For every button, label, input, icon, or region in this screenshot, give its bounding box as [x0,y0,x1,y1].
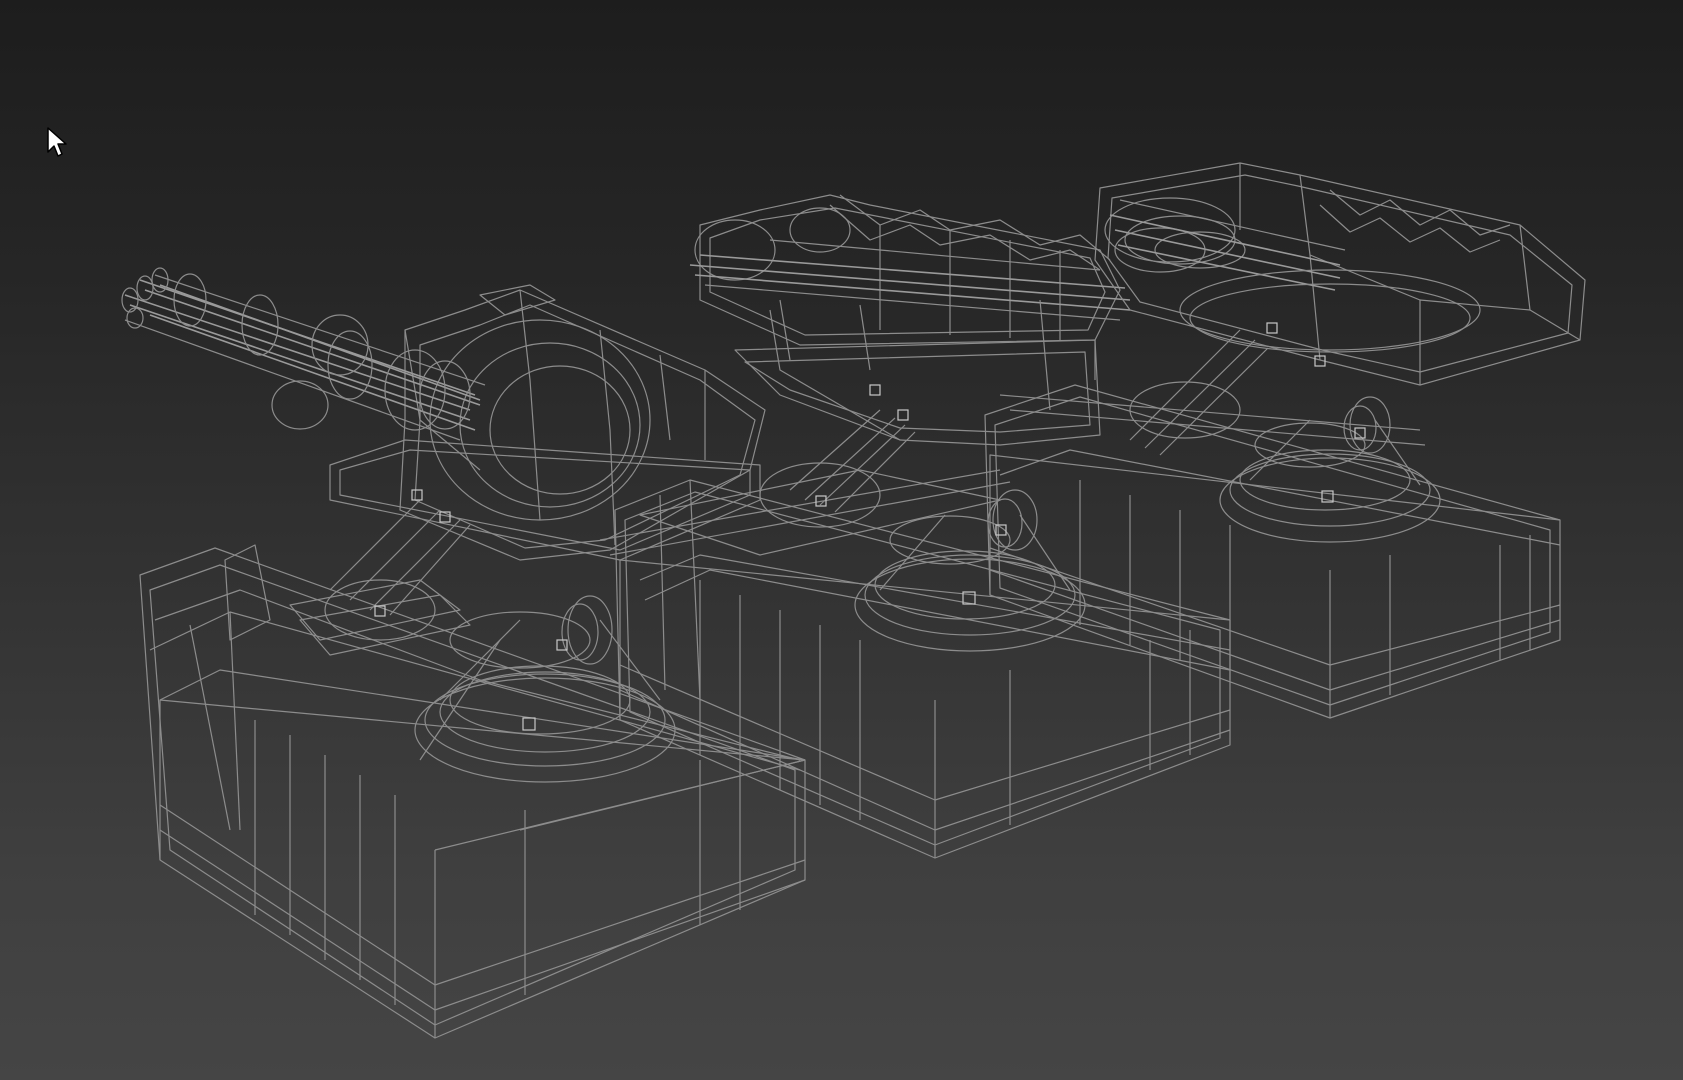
turret-gatling[interactable] [121,267,806,1039]
turret-gatling-barrels [121,267,486,441]
pivot-gizmo[interactable] [897,409,909,421]
pivot-gizmo[interactable] [869,384,881,396]
turret-launcher-pod-base [984,384,1561,719]
turret-launcher-pod-ring [1219,396,1441,543]
turret-gatling-ring [414,595,676,783]
pivot-gizmo[interactable] [522,717,536,731]
turret-missile-rack-ring [854,489,1086,652]
wireframe-scene[interactable] [0,0,1683,1080]
pivot-gizmo[interactable] [411,489,423,501]
pivot-gizmo[interactable] [1266,322,1278,334]
turret-missile-rack[interactable] [599,194,1231,859]
3d-viewport[interactable] [0,0,1683,1080]
turret-missile-rack-body [689,194,1131,446]
turret-launcher-pod-body [1094,162,1586,386]
arrow-cursor-icon [47,127,67,157]
turret-gatling-body [329,284,766,561]
turret-launcher-pod[interactable] [984,162,1586,719]
